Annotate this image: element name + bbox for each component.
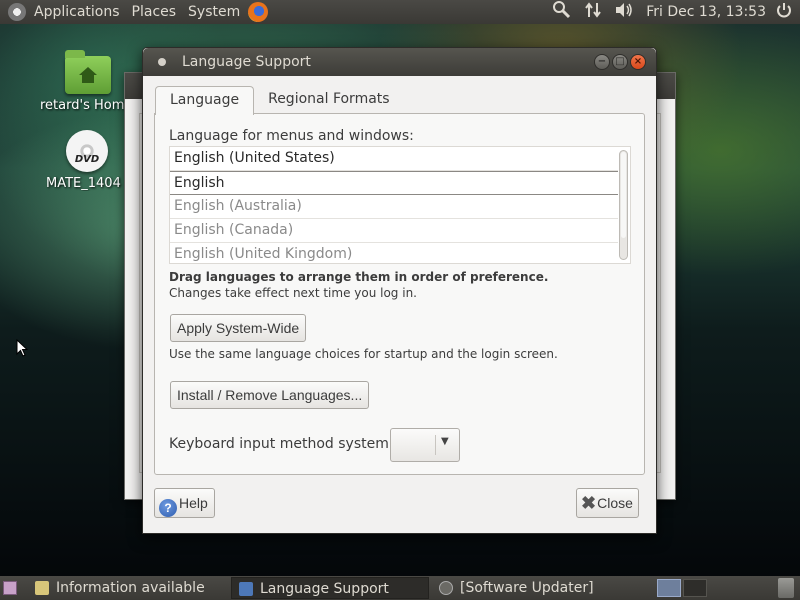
chevron-down-icon: ▼ xyxy=(441,436,449,447)
software-updater-icon xyxy=(439,581,453,595)
language-list[interactable]: English (United States) English English … xyxy=(169,146,631,264)
language-support-dialog: Language Support − □ × Language Regional… xyxy=(142,47,657,534)
taskbar-item-information[interactable]: Information available xyxy=(28,577,226,599)
close-window-icon[interactable]: × xyxy=(630,54,646,70)
show-desktop-icon[interactable] xyxy=(3,581,17,595)
apply-hint: Use the same language choices for startu… xyxy=(169,347,558,361)
taskbar-item-software-updater[interactable]: [Software Updater] xyxy=(432,577,632,599)
taskbar-item-label: [Software Updater] xyxy=(460,580,594,596)
dvd-icon: DVD xyxy=(66,130,108,172)
install-remove-languages-button[interactable]: Install / Remove Languages... xyxy=(170,381,370,409)
change-hint: Changes take effect next time you log in… xyxy=(169,286,417,300)
list-item[interactable]: English (United States) xyxy=(170,147,618,171)
keyboard-input-method-select[interactable]: ▼ xyxy=(390,428,460,462)
list-item[interactable]: English (United Kingdom) xyxy=(170,243,618,263)
window-controls: − □ × xyxy=(592,54,646,70)
tab-regional-formats[interactable]: Regional Formats xyxy=(254,86,403,114)
system-menu[interactable]: System xyxy=(188,4,240,20)
tab-bar: Language Regional Formats xyxy=(155,86,404,115)
taskbar-item-label: Language Support xyxy=(260,581,389,597)
language-tab-panel: Language for menus and windows: English … xyxy=(154,113,645,475)
tab-language[interactable]: Language xyxy=(155,86,255,115)
close-icon: ✖ xyxy=(581,493,597,513)
mate-menu-icon[interactable] xyxy=(8,3,26,21)
apply-system-wide-button[interactable]: Apply System-Wide xyxy=(170,314,307,342)
keyboard-input-label: Keyboard input method system: xyxy=(169,436,394,452)
trash-icon[interactable] xyxy=(778,578,794,598)
firefox-launcher-icon[interactable] xyxy=(248,2,269,22)
taskbar-item-language-support[interactable]: Language Support xyxy=(231,577,429,599)
dialog-title: Language Support xyxy=(182,54,311,70)
help-button[interactable]: ? Help xyxy=(154,488,215,518)
language-list-scrollbar[interactable] xyxy=(619,150,628,260)
minimize-icon[interactable]: − xyxy=(594,54,610,70)
network-icon[interactable] xyxy=(584,1,602,23)
top-panel: Applications Places System Fri Dec 13, 1… xyxy=(0,0,800,24)
information-icon xyxy=(35,581,49,595)
language-list-heading: Language for menus and windows: xyxy=(169,128,414,144)
close-button-label: Close xyxy=(597,495,633,511)
desktop-home-folder[interactable]: retard's Home xyxy=(40,50,133,113)
mouse-cursor-icon xyxy=(16,339,28,357)
places-menu[interactable]: Places xyxy=(132,4,177,20)
workspace-2[interactable] xyxy=(683,579,707,597)
list-item[interactable]: English (Australia) xyxy=(170,195,618,219)
list-item[interactable]: English (Canada) xyxy=(170,219,618,243)
taskbar-item-label: Information available xyxy=(56,580,205,596)
workspace-1[interactable] xyxy=(657,579,681,597)
volume-icon[interactable] xyxy=(614,1,634,23)
close-button[interactable]: ✖Close xyxy=(576,488,639,518)
clock[interactable]: Fri Dec 13, 13:53 xyxy=(646,4,766,20)
window-menu-icon[interactable] xyxy=(158,58,166,66)
language-support-icon xyxy=(239,582,253,596)
scrollbar-thumb[interactable] xyxy=(621,152,626,238)
desktop-dvd-drive[interactable]: DVD MATE_1404 xyxy=(42,130,132,191)
desktop-icon-label: retard's Home xyxy=(40,98,124,113)
desktop-icon-label: MATE_1404 xyxy=(46,176,121,191)
list-item[interactable]: English xyxy=(170,171,618,195)
combo-separator xyxy=(435,435,436,455)
power-icon[interactable] xyxy=(776,1,792,23)
help-icon: ? xyxy=(159,499,177,517)
update-notifier-icon[interactable] xyxy=(552,1,572,23)
bottom-panel: Information available Language Support [… xyxy=(0,576,800,600)
maximize-icon[interactable]: □ xyxy=(612,54,628,70)
drag-hint: Drag languages to arrange them in order … xyxy=(169,270,549,284)
applications-menu[interactable]: Applications xyxy=(34,4,120,20)
home-folder-icon xyxy=(65,50,111,94)
help-button-label: Help xyxy=(179,495,208,511)
dialog-titlebar[interactable]: Language Support − □ × xyxy=(143,48,656,76)
system-tray: Fri Dec 13, 13:53 xyxy=(552,0,792,24)
